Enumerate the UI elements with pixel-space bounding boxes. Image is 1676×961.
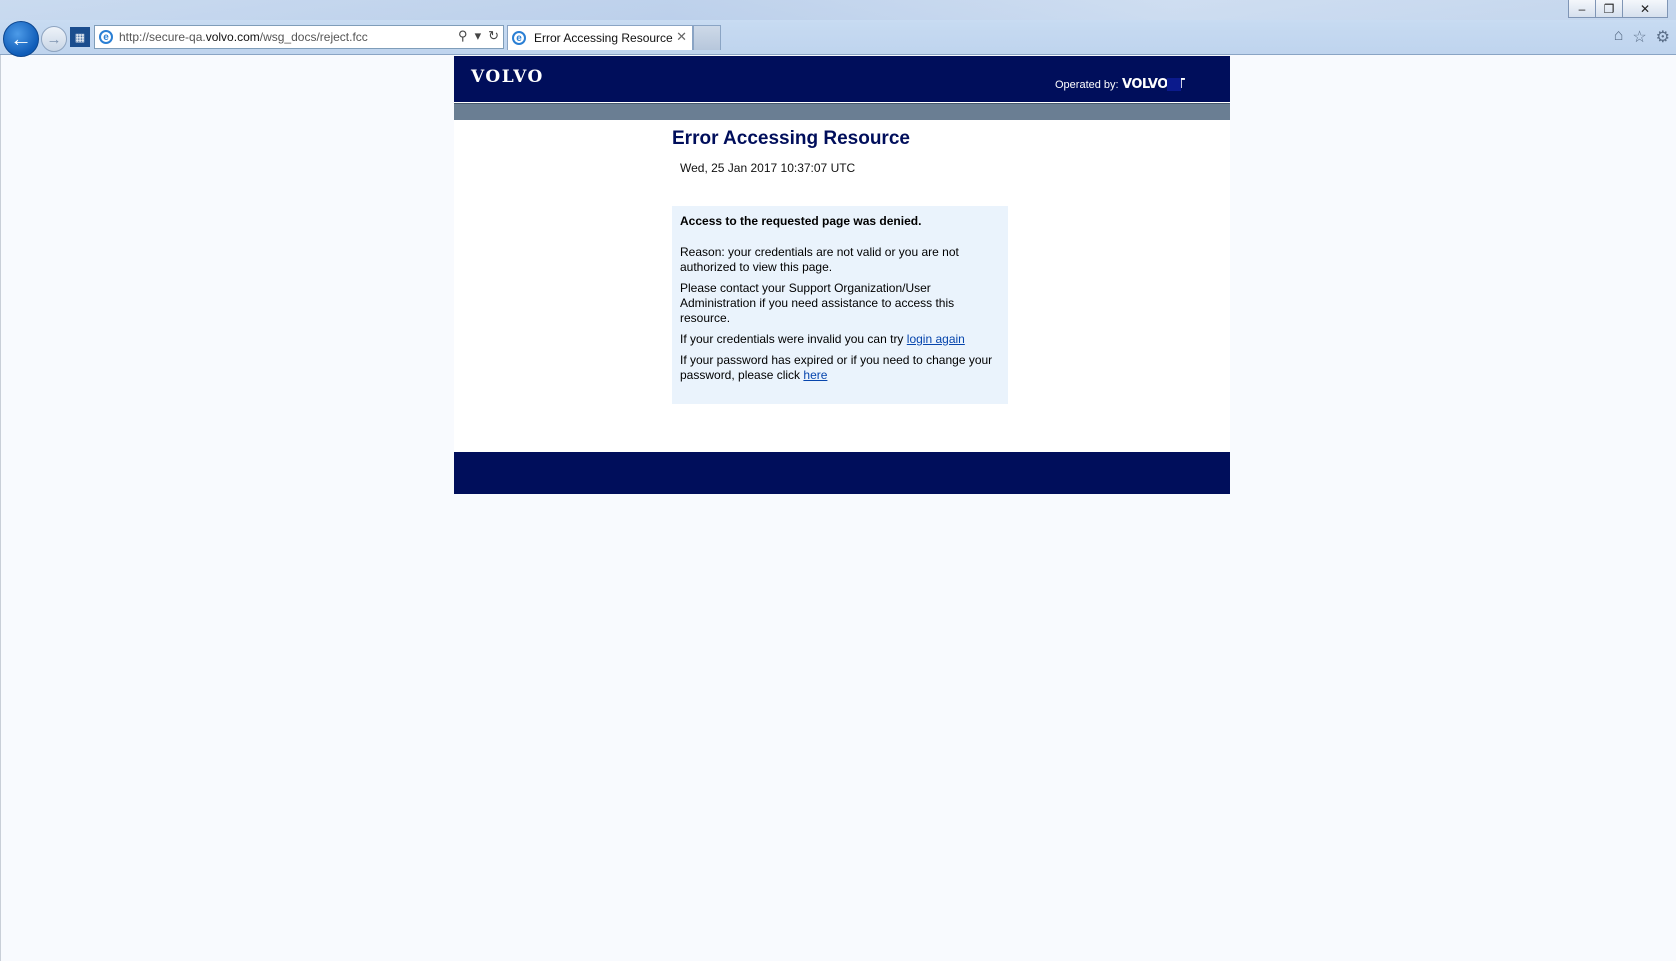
header-subbar	[454, 103, 1230, 120]
tab-title: Error Accessing Resource	[534, 31, 673, 45]
url-prefix: http://secure-qa.	[119, 30, 206, 44]
login-again-link[interactable]: login again	[907, 332, 965, 346]
header-banner: VOLVO Operated by: VOLVO IT	[454, 56, 1230, 102]
site-pinned-icon[interactable]: ▦	[70, 27, 90, 47]
password-text: If your password has expired or if you n…	[680, 353, 993, 382]
new-tab-button[interactable]	[693, 25, 721, 50]
arrow-right-icon: →	[46, 30, 62, 48]
ie-page-icon: e	[99, 30, 113, 44]
close-window-icon[interactable]: ✕	[1622, 0, 1668, 18]
forward-button[interactable]: →	[41, 26, 67, 52]
retry-paragraph: If your credentials were invalid you can…	[680, 332, 1000, 347]
password-paragraph: If your password has expired or if you n…	[680, 353, 1000, 383]
volvo-logo: VOLVO	[471, 67, 544, 87]
browser-chrome: – ❐ ✕ ← → ▦ e http://secure-qa.volvo.com…	[0, 0, 1676, 57]
restore-icon[interactable]: ❐	[1595, 0, 1623, 18]
favorites-star-icon[interactable]: ☆	[1632, 27, 1646, 47]
back-button[interactable]: ←	[3, 21, 39, 57]
refresh-icon[interactable]: ↻	[488, 28, 499, 44]
tab-ie-icon: e	[512, 31, 526, 45]
title-bar	[0, 0, 1676, 20]
denied-message: Access to the requested page was denied.	[680, 214, 922, 228]
window-border	[0, 55, 1, 961]
url-domain: volvo.com	[205, 30, 260, 44]
dropdown-icon[interactable]: ▾	[475, 28, 482, 44]
url-path: /wsg_docs/reject.fcc	[259, 30, 368, 44]
operated-by-label: Operated by:	[1055, 79, 1119, 91]
browser-toolbar-right: ⌂ ☆ ⚙	[1614, 27, 1670, 47]
reason-text: Reason: your credentials are not valid o…	[680, 245, 959, 274]
error-message-box: Access to the requested page was denied.…	[672, 206, 1008, 404]
page-content: VOLVO Operated by: VOLVO IT Error Access…	[454, 56, 1230, 494]
tab-close-icon[interactable]: ✕	[676, 29, 687, 45]
search-icon[interactable]: ⚲	[458, 28, 468, 44]
address-bar[interactable]: e http://secure-qa.volvo.com/wsg_docs/re…	[94, 25, 504, 49]
settings-gear-icon[interactable]: ⚙	[1656, 27, 1670, 47]
address-tools: ⚲ ▾ ↻	[458, 28, 499, 44]
contact-text: Please contact your Support Organization…	[680, 281, 955, 325]
arrow-left-icon: ←	[10, 26, 32, 51]
page-title: Error Accessing Resource	[672, 128, 910, 149]
browser-tab[interactable]: e Error Accessing Resource ✕	[507, 25, 693, 50]
operator-logo-mark	[1167, 78, 1181, 91]
footer-banner	[454, 452, 1230, 494]
minimize-icon[interactable]: –	[1568, 0, 1596, 18]
retry-text: If your credentials were invalid you can…	[680, 332, 907, 346]
home-icon[interactable]: ⌂	[1614, 27, 1624, 47]
timestamp: Wed, 25 Jan 2017 10:37:07 UTC	[680, 161, 856, 175]
change-password-link[interactable]: here	[803, 368, 827, 382]
url-text[interactable]: http://secure-qa.volvo.com/wsg_docs/reje…	[119, 30, 368, 44]
window-controls: – ❐ ✕	[1568, 0, 1668, 18]
